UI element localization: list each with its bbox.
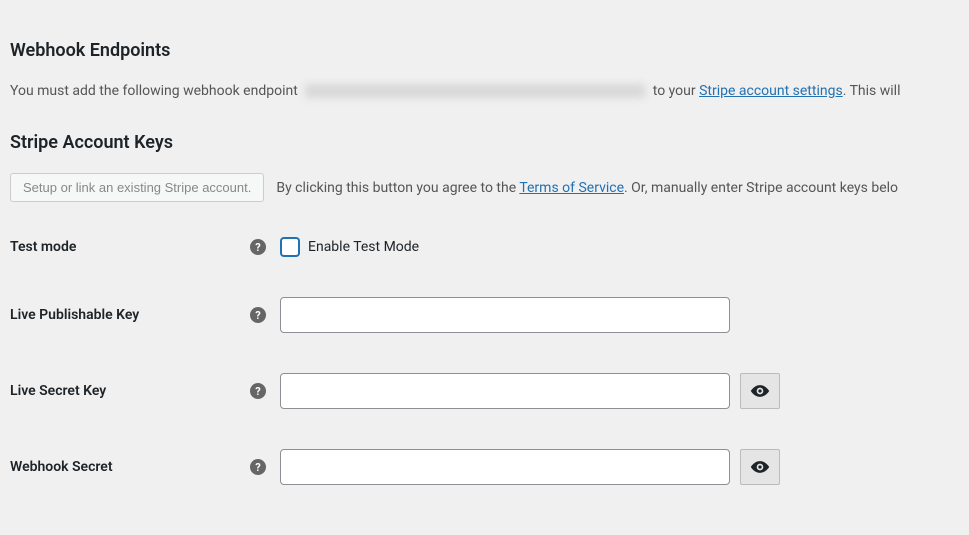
webhook-desc-suffix: . This will (843, 83, 901, 99)
setup-description: By clicking this button you agree to the… (276, 180, 898, 196)
webhook-url-blurred (305, 84, 645, 98)
webhook-secret-input[interactable] (280, 449, 730, 485)
help-icon[interactable]: ? (250, 459, 266, 475)
live-publishable-key-label: Live Publishable Key (10, 307, 250, 323)
terms-of-service-link[interactable]: Terms of Service (519, 180, 624, 196)
enable-test-mode-checkbox[interactable] (280, 237, 300, 257)
live-secret-key-input[interactable] (280, 373, 730, 409)
webhook-endpoint-description: You must add the following webhook endpo… (10, 81, 959, 102)
webhook-endpoints-heading: Webhook Endpoints (10, 40, 959, 61)
enable-test-mode-checkbox-label: Enable Test Mode (308, 239, 419, 255)
webhook-secret-label: Webhook Secret (10, 459, 250, 475)
setup-desc-suffix: . Or, manually enter Stripe account keys… (624, 180, 898, 196)
webhook-desc-mid: to your (653, 83, 699, 99)
reveal-live-secret-button[interactable] (740, 373, 780, 409)
help-icon[interactable]: ? (250, 383, 266, 399)
live-publishable-key-input[interactable] (280, 297, 730, 333)
help-icon[interactable]: ? (250, 239, 266, 255)
live-secret-key-label: Live Secret Key (10, 383, 250, 399)
test-mode-label: Test mode (10, 239, 250, 255)
stripe-account-settings-link[interactable]: Stripe account settings (699, 83, 843, 99)
stripe-account-keys-heading: Stripe Account Keys (10, 132, 959, 153)
setup-desc-prefix: By clicking this button you agree to the (276, 180, 519, 196)
eye-icon (750, 381, 770, 401)
help-icon[interactable]: ? (250, 307, 266, 323)
setup-stripe-account-button[interactable]: Setup or link an existing Stripe account… (10, 173, 264, 202)
reveal-webhook-secret-button[interactable] (740, 449, 780, 485)
eye-icon (750, 457, 770, 477)
webhook-desc-prefix: You must add the following webhook endpo… (10, 83, 298, 99)
